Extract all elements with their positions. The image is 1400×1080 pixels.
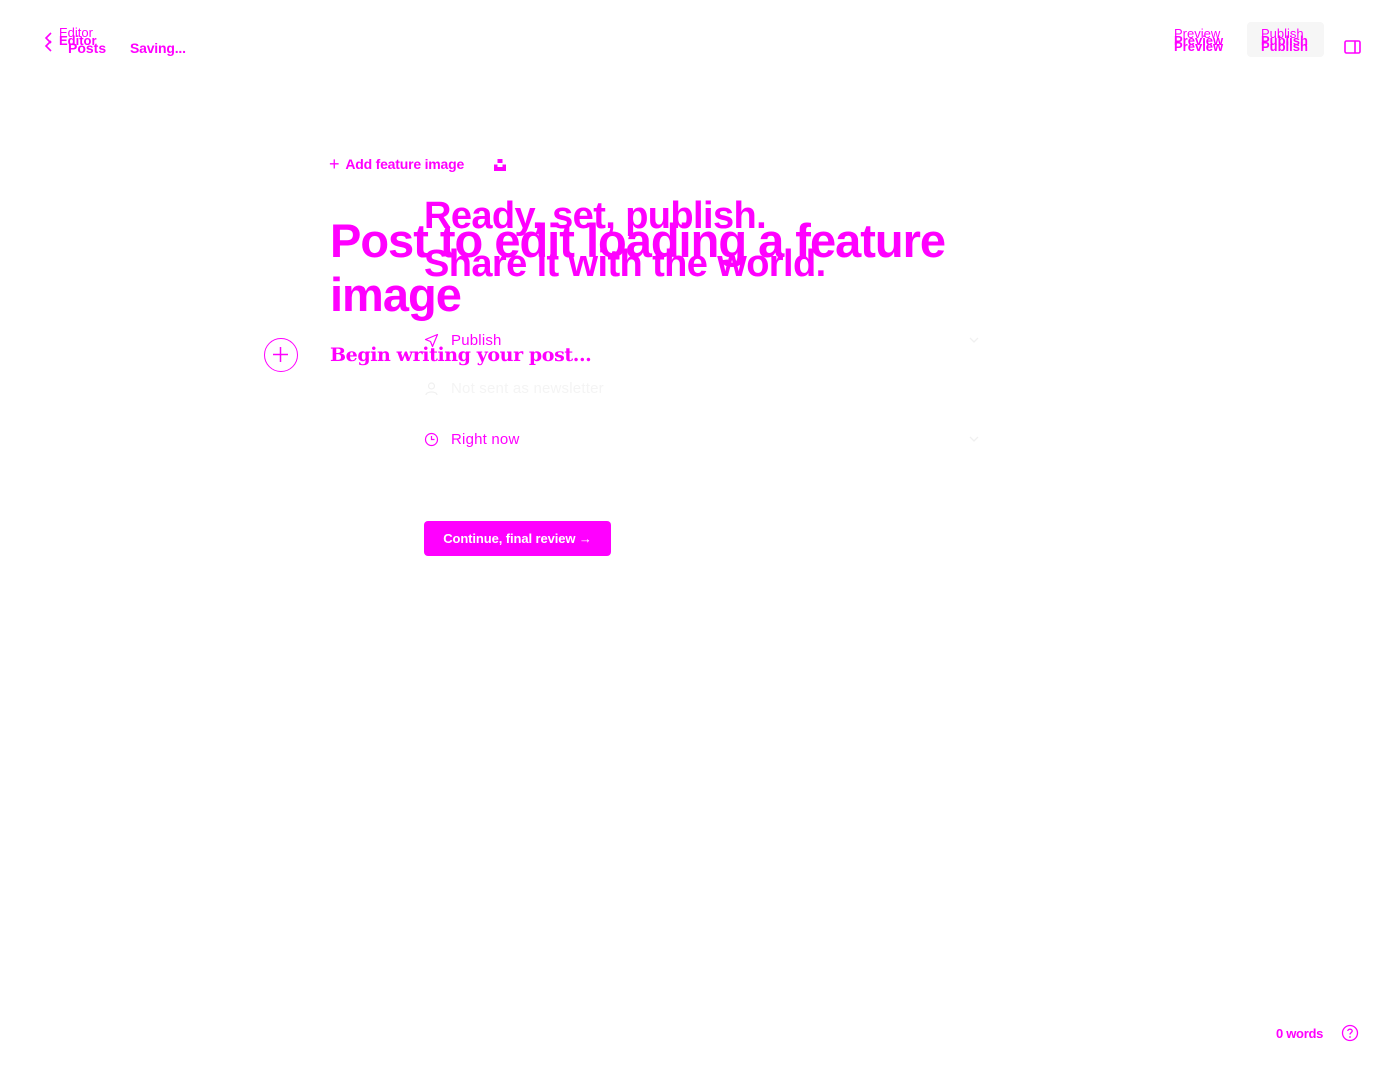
chevron-down-icon [969,337,979,343]
publish-type-label: Publish [451,331,502,349]
add-card-button[interactable] [264,338,298,372]
preview-button[interactable]: Preview Preview Preview [1174,26,1234,56]
preview-label: Preview [1174,39,1224,54]
plus-icon [273,347,288,362]
publish-time-label: Right now [451,430,520,448]
publish-time-setting[interactable]: Right now [424,427,979,451]
unsplash-icon[interactable] [493,158,507,172]
publish-button[interactable]: Publish Publish Publish [1247,22,1324,57]
person-icon [425,381,438,395]
add-feature-image-button[interactable]: + Add feature image [329,154,465,174]
send-icon [424,333,439,347]
breadcrumb-posts-label: Posts [68,40,107,56]
word-count: 0 words [1276,1026,1324,1041]
help-icon[interactable] [1341,1024,1359,1042]
sidebar-toggle-icon[interactable] [1344,39,1362,55]
plus-icon: + [329,154,340,174]
post-title[interactable]: Post to edit loading a feature image [330,214,1030,322]
continue-final-review-button[interactable]: Continue, final review → [424,521,611,556]
chevron-down-icon [969,436,979,442]
clock-icon [424,432,439,446]
publish-label: Publish [1261,39,1308,54]
save-status: Saving... [130,40,186,56]
publish-type-setting[interactable]: Publish [424,328,979,352]
chevron-left-icon [44,40,52,52]
newsletter-label: Not sent as newsletter [451,379,604,397]
add-feature-image-label: Add feature image [345,156,465,172]
newsletter-setting[interactable]: Not sent as newsletter [424,376,979,400]
